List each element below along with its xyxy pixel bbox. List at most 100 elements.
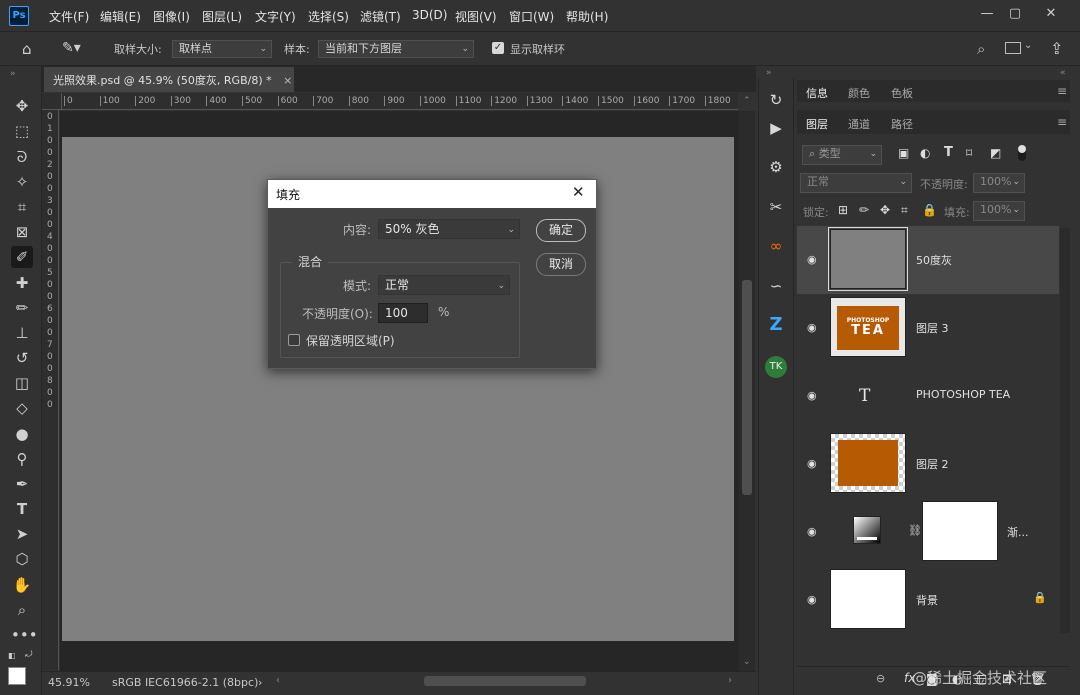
dialog-titlebar[interactable] xyxy=(268,180,596,208)
zoom-tool-icon[interactable]: ⌕ xyxy=(11,599,33,621)
scroll-right-icon[interactable]: › xyxy=(728,675,732,686)
hand-tool-icon[interactable]: ✋ xyxy=(11,574,33,596)
visibility-eye-icon[interactable]: ◉ xyxy=(807,253,817,266)
tab-paths[interactable]: 路径 xyxy=(891,116,913,132)
close-icon[interactable]: ✕ xyxy=(572,183,585,201)
brush-tool-icon[interactable]: ✏ xyxy=(11,297,33,319)
layer-row[interactable]: ◉ 背景 🔒 xyxy=(797,566,1059,634)
cancel-button[interactable]: 取消 xyxy=(536,253,586,276)
menu-window[interactable]: 窗口(W) xyxy=(509,8,554,25)
scroll-up-icon[interactable]: ⌃ xyxy=(743,96,751,106)
ok-button[interactable]: 确定 xyxy=(536,219,586,242)
collapse-icon[interactable]: « xyxy=(1060,68,1066,78)
lock-artboard-icon[interactable]: ⌗ xyxy=(901,203,908,218)
pen-tool-icon[interactable]: ✒ xyxy=(11,473,33,495)
layer-name[interactable]: 50度灰 xyxy=(916,252,952,268)
content-select[interactable]: 50% 灰色 ⌄ xyxy=(378,219,520,239)
layer-filter-select[interactable]: ⌕ 类型 ⌄ xyxy=(802,145,882,165)
layer-thumbnail[interactable] xyxy=(830,433,906,493)
layer-thumbnail[interactable] xyxy=(828,227,908,291)
tab-info[interactable]: 信息 xyxy=(806,85,828,101)
healing-brush-tool-icon[interactable]: ✚ xyxy=(11,272,33,294)
layer-name[interactable]: 图层 2 xyxy=(916,456,949,472)
document-tab[interactable]: 光照效果.psd @ 45.9% (50度灰, RGB/8) * × xyxy=(44,67,294,92)
crop-tool-icon[interactable]: ⌗ xyxy=(11,196,33,218)
filter-adjustment-icon[interactable]: ◐ xyxy=(920,146,930,160)
fill-input[interactable]: 100% ⌄ xyxy=(973,201,1025,221)
lasso-tool-icon[interactable]: ᘐ xyxy=(11,146,33,168)
chevron-down-icon[interactable]: ⌄ xyxy=(1024,40,1032,51)
menu-image[interactable]: 图像(I) xyxy=(153,8,190,25)
close-tab-icon[interactable]: × xyxy=(283,74,292,87)
collapse-icon[interactable]: » xyxy=(10,69,16,79)
layer-name[interactable]: 渐... xyxy=(1007,524,1029,540)
tab-color[interactable]: 颜色 xyxy=(848,85,870,101)
paint-bucket-tool-icon[interactable]: ◇ xyxy=(11,397,33,419)
link-layers-icon[interactable]: ⊖ xyxy=(876,672,885,685)
preserve-transparency-label[interactable]: 保留透明区域(P) xyxy=(306,332,395,349)
ruler-origin[interactable] xyxy=(42,93,62,110)
layer-row[interactable]: ◉ T PHOTOSHOP TEA xyxy=(797,362,1059,430)
plugin-tk-icon[interactable]: TK xyxy=(765,356,787,378)
scroll-left-icon[interactable]: ‹ xyxy=(276,675,280,686)
horizontal-ruler[interactable]: 0 100 200 300 400 500 600 700 800 900 1000 1100 1200… xyxy=(62,93,738,110)
layer-name[interactable]: 背景 xyxy=(916,592,938,608)
lock-pixels-icon[interactable]: ✏ xyxy=(859,203,869,217)
clone-stamp-tool-icon[interactable]: ⊥ xyxy=(11,322,33,344)
layer-thumbnail[interactable]: PHOTOSHOP TEA xyxy=(830,297,906,357)
text-layer-icon[interactable]: T xyxy=(859,386,870,406)
lock-position-icon[interactable]: ✥ xyxy=(880,203,890,217)
panel-menu-icon[interactable]: ≡ xyxy=(1057,115,1067,129)
home-icon[interactable]: ⌂ xyxy=(22,40,32,58)
layer-mask-thumbnail[interactable] xyxy=(922,501,998,561)
zoom-level[interactable]: 45.91% xyxy=(48,676,90,689)
eyedropper-tool-icon[interactable]: ✐ xyxy=(11,246,33,268)
properties-panel-icon[interactable]: ⚙ xyxy=(764,155,788,179)
menu-view[interactable]: 视图(V) xyxy=(455,8,497,25)
tool-presets-icon[interactable]: ✂ xyxy=(764,195,788,219)
lock-transparent-icon[interactable]: ⊞ xyxy=(838,203,848,217)
foreground-color-swatch[interactable] xyxy=(8,667,26,685)
actions-panel-icon[interactable]: ▶ xyxy=(764,116,788,140)
search-icon[interactable]: ⌕ xyxy=(977,40,985,58)
vertical-ruler[interactable]: 0 1 0 0 2 0 0 3 0 0 4 0 0 5 0 0 6 0 0 7 0 0 8 0 0 xyxy=(42,110,59,670)
opacity-input[interactable]: 100 xyxy=(378,303,428,323)
menu-file[interactable]: 文件(F) xyxy=(49,8,89,25)
show-ring-checkbox[interactable]: ✓ xyxy=(492,42,504,54)
shape-tool-icon[interactable]: ⬡ xyxy=(11,548,33,570)
link-icon[interactable]: ⛓ xyxy=(908,524,922,537)
lock-all-icon[interactable]: 🔒 xyxy=(922,203,937,217)
panel-menu-icon[interactable]: ≡ xyxy=(1057,84,1067,98)
history-brush-tool-icon[interactable]: ↺ xyxy=(11,347,33,369)
photoshop-logo-icon[interactable]: Ps xyxy=(9,6,29,26)
horizontal-scroll-thumb[interactable] xyxy=(424,676,586,686)
layer-row[interactable]: ◉ PHOTOSHOP TEA 图层 3 xyxy=(797,294,1059,362)
eraser-tool-icon[interactable]: ◫ xyxy=(11,372,33,394)
layer-row[interactable]: ◉ 图层 2 xyxy=(797,430,1059,498)
tab-layers[interactable]: 图层 xyxy=(806,116,828,132)
dodge-tool-icon[interactable]: ⚲ xyxy=(11,448,33,470)
tab-channels[interactable]: 通道 xyxy=(848,116,870,132)
sample-size-select[interactable]: 取样点 ⌄ xyxy=(172,40,272,58)
filter-smart-object-icon[interactable]: ◩ xyxy=(990,146,1001,160)
blur-tool-icon[interactable]: ● xyxy=(11,423,33,445)
status-arrow-icon[interactable]: › xyxy=(258,676,262,689)
minimize-button[interactable]: — xyxy=(976,4,998,24)
more-tools-icon[interactable]: ••• xyxy=(11,624,38,646)
sample-select[interactable]: 当前和下方图层 ⌄ xyxy=(318,40,474,58)
layer-name[interactable]: PHOTOSHOP TEA xyxy=(916,388,1010,401)
workspace-icon[interactable] xyxy=(1005,42,1021,54)
layers-scrollbar[interactable] xyxy=(1060,228,1070,633)
filter-pixel-icon[interactable]: ▣ xyxy=(898,146,909,160)
preserve-transparency-checkbox[interactable] xyxy=(288,334,300,346)
menu-edit[interactable]: 编辑(E) xyxy=(100,8,141,25)
visibility-eye-icon[interactable]: ◉ xyxy=(807,457,817,470)
default-colors-icon[interactable]: ◧ xyxy=(8,651,16,660)
menu-help[interactable]: 帮助(H) xyxy=(566,8,608,25)
menu-type[interactable]: 文字(Y) xyxy=(255,8,296,25)
visibility-eye-icon[interactable]: ◉ xyxy=(807,389,817,402)
menu-select[interactable]: 选择(S) xyxy=(308,8,349,25)
move-tool-icon[interactable]: ✥ xyxy=(11,95,33,117)
layer-thumbnail[interactable] xyxy=(830,569,906,629)
visibility-eye-icon[interactable]: ◉ xyxy=(807,321,817,334)
